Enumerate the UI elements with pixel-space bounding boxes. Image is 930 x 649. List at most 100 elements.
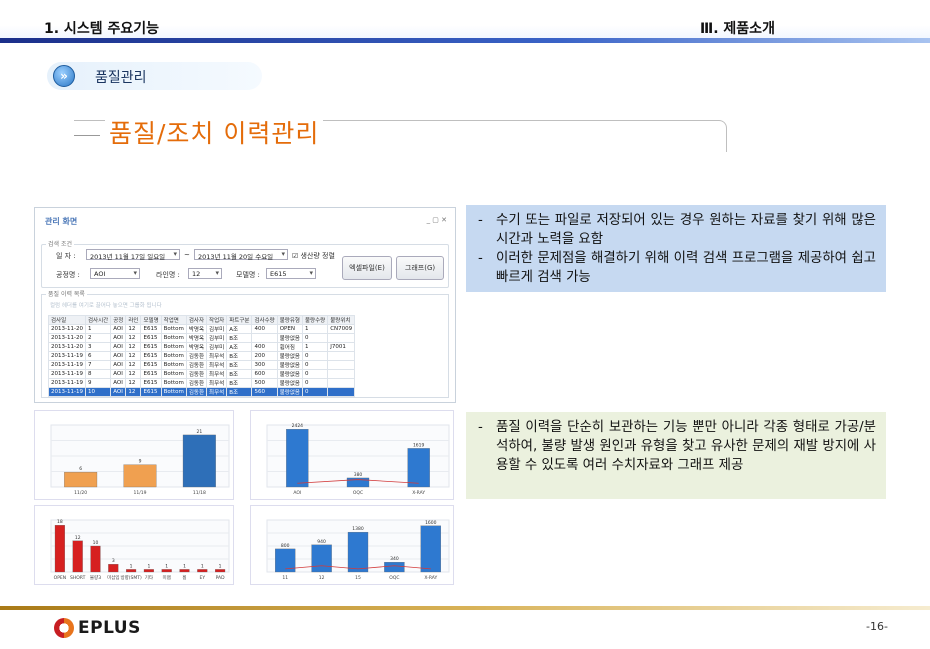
column-header[interactable]: 작업면 [160,315,187,325]
data-label: 1 [183,563,186,569]
column-header[interactable]: 검사일 [48,315,86,325]
bar [126,569,137,573]
bar [420,525,441,573]
page-title-frame: 품질/조치 이력관리 [74,114,727,152]
tick-label: 불량3 [90,574,101,581]
table-cell: 12 [125,324,142,334]
table-cell: J7001 [327,342,356,352]
bar [72,540,83,573]
date-from-picker[interactable]: 2013년 11월 17일 일요일 [86,249,180,261]
table-cell: 400 [251,324,278,334]
column-header[interactable]: 모델명 [140,315,162,325]
data-label: 1 [201,563,204,569]
table-cell: 12 [125,378,142,388]
tick-label: X-RAY [424,575,437,581]
table-row[interactable]: 2013-11-20 2 AOI 12 E615 Bottom 박명옥 김부미 B조 불량없음 0 [48,333,356,343]
table-cell: E615 [140,333,162,343]
table-row[interactable]: 2013-11-20 3 AOI 12 E615 Bottom 박명옥 김부미 A조 400 휨어짐… [48,342,356,352]
logo-text: EPLUS [78,618,141,638]
data-label: 21 [196,429,202,435]
table-cell: Bottom [160,360,187,370]
table-cell: AOI [110,342,127,352]
history-grid: 품질 이력 목록 컬럼 헤더를 여기로 끌어다 놓으면 그룹화 됩니다 검사일 검… [41,289,449,398]
footer-divider [0,606,930,610]
table-cell: 박명옥 [185,324,208,334]
column-header[interactable]: 라인 [125,315,142,325]
table-cell: 불량없음 [276,351,303,361]
table-cell: 김동환 [185,369,208,379]
bar [123,464,157,488]
bar [407,448,430,488]
process-select[interactable]: AOI [90,268,140,279]
table-cell: 불량없음 [276,378,303,388]
table-row[interactable]: 2013-11-19 8 AOI 12 E615 Bottom 김동환 최무석 B조 600 불량없… [48,369,356,379]
column-header[interactable]: 공정 [110,315,127,325]
table-cell: 박명옥 [185,342,208,352]
data-label: 2424 [292,423,304,429]
tick-label: 미땜 [163,574,171,581]
prod-checkbox-label: 생산량 정렬 [300,252,335,260]
table-cell: E615 [140,369,162,379]
table-cell: 2013-11-19 [48,387,86,397]
tick-label: AOI [293,490,301,496]
excel-button[interactable]: 엑셀파일(E) [342,256,392,280]
page-title: 품질/조치 이력관리 [105,114,324,150]
description-box-1: - 수기 또는 파일로 저장되어 있는 경우 원하는 자료를 찾기 위해 많은 시… [466,205,886,292]
table-cell: 8 [84,369,112,379]
column-header[interactable]: 불량위치 [327,315,356,325]
table-row[interactable]: 2013-11-19 6 AOI 12 E615 Bottom 김동환 최무석 B조 200 불량없… [48,351,356,361]
data-label: 6 [79,466,82,472]
model-label: 모델명 : [236,271,260,279]
table-cell: 0 [301,369,329,379]
column-header[interactable]: 불량유형 [276,315,303,325]
page-number: -16- [866,620,888,633]
bar [215,569,226,573]
data-label: 10 [93,540,99,546]
table-cell: 최무석 [206,351,228,361]
table-row[interactable]: 2013-11-19 7 AOI 12 E615 Bottom 김동환 최무석 B조 300 불량없… [48,360,356,370]
description-item: - 이러한 문제점을 해결하기 위해 이력 검색 프로그램을 제공하여 쉽고 빠르… [478,251,876,285]
column-header[interactable]: 작업자 [206,315,228,325]
description-item: - 수기 또는 파일로 저장되어 있는 경우 원하는 자료를 찾기 위해 많은 시… [478,213,876,247]
data-label: 12 [75,535,81,541]
table-cell [327,351,356,361]
prod-checkbox[interactable]: ☑ 생산량 정렬 [292,251,335,261]
data-label: 940 [317,539,326,545]
column-header[interactable]: 검사자 [185,315,208,325]
column-header[interactable]: 파트구분 [226,315,253,325]
tick-label: OQC [353,490,363,496]
tick-label: 15 [355,575,361,581]
bar [286,429,309,488]
table-cell: AOI [110,333,127,343]
table-cell: 김부미 [206,324,228,334]
table-cell: 불량없음 [276,387,303,397]
data-label: 1 [147,563,150,569]
table-cell: B조 [226,351,253,361]
bar [54,525,65,573]
top-header: 1. 시스템 주요기능 Ⅲ. 제품소개 [0,0,930,43]
table-cell: 500 [251,378,278,388]
graph-button[interactable]: 그래프(G) [396,256,444,280]
window-controls[interactable]: _ ▢ ✕ [427,216,447,224]
process-label: 공정명 : [56,271,80,279]
column-header[interactable]: 불량수량 [301,315,329,325]
window-header: 관리 화면 _ ▢ ✕ [35,208,455,234]
line-select[interactable]: 12 [188,268,222,279]
table-cell: 0 [301,333,329,343]
grid-hint: 컬럼 헤더를 여기로 끌어다 놓으면 그룹화 됩니다 [50,303,162,309]
table-row[interactable]: 2013-11-19 9 AOI 12 E615 Bottom 김동환 최무석 B조 500 불량없… [48,378,356,388]
table-cell: 12 [125,360,142,370]
column-header[interactable]: 검사수량 [251,315,278,325]
table-cell: 1 [301,342,329,352]
table-cell [327,333,356,343]
table-row[interactable]: 2013-11-19 10 AOI 12 E615 Bottom 김동환 최무석 B조 560 불량… [48,387,356,397]
table-cell: 10 [84,387,112,397]
date-to-picker[interactable]: 2013년 11월 20일 수요일 [194,249,288,261]
column-header[interactable]: 검사시간 [84,315,112,325]
table-cell: 2013-11-20 [48,333,86,343]
history-table[interactable]: 검사일 검사시간 공정 라인 모델명 작업면 검사자 작업자 파트구분 검사수량 불량유형 불량수량 불… [48,315,356,397]
table-row[interactable]: 2013-11-20 1 AOI 12 E615 Bottom 박명옥 김부미 A조 400 OPE… [48,324,356,334]
description-text: 품질 이력을 단순히 보관하는 기능 뿐만 아니라 각종 형태로 가공/분석하여… [496,420,876,473]
model-select[interactable]: E615 [266,268,316,279]
tick-label: 방향(SMT) [120,574,142,581]
